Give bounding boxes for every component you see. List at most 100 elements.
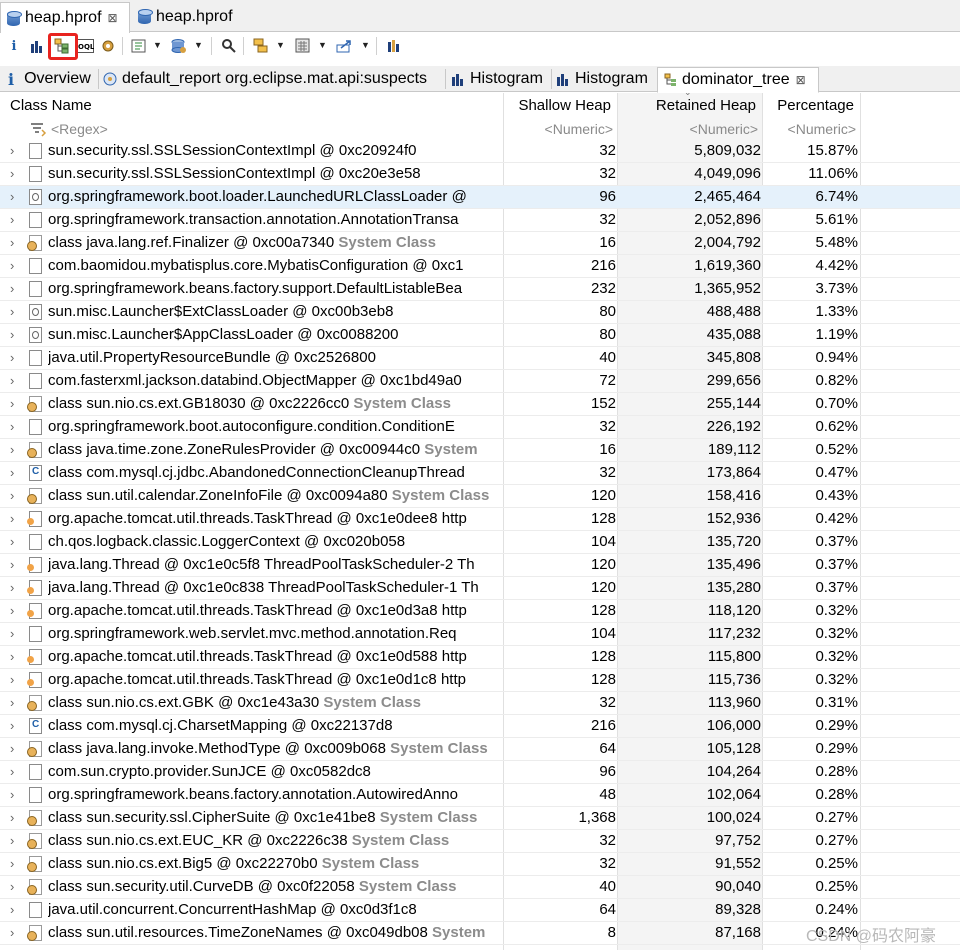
column-header-retained-heap[interactable]: ⌄ Retained Heap [618,93,762,117]
tab-default-report[interactable]: default_report org.eclipse.mat.api:suspe… [102,67,427,91]
table-row[interactable]: › org.springframework.beans.factory.suppo… [0,278,960,301]
table-row[interactable]: › java.util.PropertyResourceBundle @ 0xc2… [0,347,960,370]
expand-chevron-icon[interactable]: › [10,166,14,181]
table-row[interactable]: › class sun.security.ssl.CipherSuite @ 0x… [0,807,960,830]
expand-chevron-icon[interactable]: › [10,511,14,526]
editor-tab-heap-hprof-2[interactable]: heap.hprof [132,2,252,31]
expand-chevron-icon[interactable]: › [10,856,14,871]
table-row[interactable]: › class java.time.zone.ZoneRulesProvider … [0,439,960,462]
expand-chevron-icon[interactable]: › [10,672,14,687]
dominator-tree-table[interactable]: Class Name Shallow Heap ⌄ Retained Heap … [0,93,960,950]
expand-chevron-icon[interactable]: › [10,212,14,227]
table-row[interactable]: › class sun.nio.cs.ext.Big5 @ 0xc22270b0 … [0,853,960,876]
table-row[interactable]: › java.lang.Thread @ 0xc1e0c5f8 ThreadPoo… [0,554,960,577]
expand-chevron-icon[interactable]: › [10,580,14,595]
table-row[interactable]: › com.fasterxml.jackson.databind.ObjectMa… [0,370,960,393]
table-row[interactable]: › org.springframework.transaction.annotat… [0,209,960,232]
expand-chevron-icon[interactable]: › [10,833,14,848]
table-row[interactable]: › sun.misc.Launcher$ExtClassLoader @ 0xc0… [0,301,960,324]
expand-chevron-icon[interactable]: › [10,879,14,894]
table-row[interactable]: › class sun.nio.cs.ext.GB18030 @ 0xc2226c… [0,393,960,416]
table-row[interactable]: › org.springframework.web.servlet.mvc.met… [0,623,960,646]
tab-dominator-tree[interactable]: dominator_tree ⊠ [657,67,819,93]
expand-chevron-icon[interactable]: › [10,626,14,641]
calculator-icon[interactable] [292,35,314,57]
gear-icon[interactable] [97,35,119,57]
expand-chevron-icon[interactable]: › [10,350,14,365]
expand-chevron-icon[interactable]: › [10,603,14,618]
histogram-icon[interactable] [26,35,48,57]
expand-chevron-icon[interactable]: › [10,557,14,572]
query-browser-icon[interactable] [128,35,150,57]
heap-analysis-icon[interactable] [383,35,405,57]
table-row[interactable]: › org.apache.tomcat.util.threads.TaskThre… [0,669,960,692]
table-row[interactable]: › sun.misc.Launcher$AppClassLoader @ 0xc0… [0,324,960,347]
percentage-filter[interactable]: <Numeric> [763,117,860,140]
tab-overview[interactable]: i Overview [8,67,91,91]
table-row[interactable]: › org.apache.tomcat.util.threads.TaskThre… [0,508,960,531]
chevron-down-icon[interactable]: ▼ [361,40,370,50]
table-row[interactable]: › class sun.nio.cs.ext.GBK @ 0xc1e43a30 S… [0,692,960,715]
expand-chevron-icon[interactable]: › [10,235,14,250]
close-icon[interactable]: ⊠ [796,73,806,87]
expand-chevron-icon[interactable]: › [10,258,14,273]
expand-chevron-icon[interactable]: › [10,787,14,802]
expand-chevron-icon[interactable]: › [10,373,14,388]
expand-chevron-icon[interactable]: › [10,534,14,549]
expand-chevron-icon[interactable]: › [10,419,14,434]
table-row[interactable]: › ch.qos.logback.classic.LoggerContext @ … [0,531,960,554]
expand-chevron-icon[interactable]: › [10,741,14,756]
expand-chevron-icon[interactable]: › [10,925,14,940]
export-icon[interactable] [334,35,356,57]
table-row[interactable]: › sun.security.ssl.SSLSessionContextImpl … [0,140,960,163]
table-row[interactable]: › org.springframework.boot.autoconfigure.… [0,416,960,439]
expand-chevron-icon[interactable]: › [10,327,14,342]
table-row[interactable]: › org.springframework.boot.loader.Launche… [0,186,960,209]
table-row[interactable]: › class sun.util.calendar.ZoneInfoFile @ … [0,485,960,508]
chevron-down-icon[interactable]: ▼ [153,40,162,50]
tab-histogram-1[interactable]: Histogram [451,67,543,91]
expand-chevron-icon[interactable]: › [10,281,14,296]
table-row[interactable]: › class sun.security.util.CurveDB @ 0xc0f… [0,876,960,899]
expand-chevron-icon[interactable]: › [10,143,14,158]
table-row[interactable]: › class com.mysql.cj.CharsetMapping @ 0xc… [0,715,960,738]
editor-tab-heap-hprof-1[interactable]: heap.hprof ⊠ [0,2,130,33]
retained-heap-filter[interactable]: <Numeric> [618,117,762,140]
expand-chevron-icon[interactable]: › [10,718,14,733]
table-row[interactable]: › java.lang.Thread @ 0xc1e0c838 ThreadPoo… [0,577,960,600]
table-row[interactable]: › class java.lang.ref.Finalizer @ 0xc00a7… [0,232,960,255]
chevron-down-icon[interactable]: ▼ [194,40,203,50]
close-icon[interactable]: ⊠ [108,11,118,25]
table-row[interactable]: › sun.security.ssl.SSLSessionContextImpl … [0,163,960,186]
column-header-shallow-heap[interactable]: Shallow Heap [504,93,617,117]
expand-chevron-icon[interactable]: › [10,304,14,319]
table-row[interactable]: › class java.lang.invoke.MethodType @ 0xc… [0,738,960,761]
expand-chevron-icon[interactable]: › [10,764,14,779]
tab-histogram-2[interactable]: Histogram [556,67,648,91]
expand-chevron-icon[interactable]: › [10,649,14,664]
column-header-percentage[interactable]: Percentage [763,93,860,117]
expand-chevron-icon[interactable]: › [10,465,14,480]
chevron-down-icon[interactable]: ▼ [318,40,327,50]
table-row[interactable]: › com.sun.crypto.provider.SunJCE @ 0xc058… [0,761,960,784]
heap-dump-overview-icon[interactable] [168,35,190,57]
table-row[interactable]: › class sun.nio.cs.ext.EUC_KR @ 0xc2226c3… [0,830,960,853]
expand-chevron-icon[interactable]: › [10,902,14,917]
info-icon[interactable]: i [3,35,25,57]
chevron-down-icon[interactable]: ▼ [276,40,285,50]
expand-chevron-icon[interactable]: › [10,488,14,503]
group-by-icon[interactable] [250,35,272,57]
expand-chevron-icon[interactable]: › [10,810,14,825]
search-icon[interactable] [218,35,240,57]
shallow-heap-filter[interactable]: <Numeric> [504,117,617,140]
expand-chevron-icon[interactable]: › [10,695,14,710]
expand-chevron-icon[interactable]: › [10,442,14,457]
class-name-filter[interactable]: <Regex> [29,117,499,140]
table-row[interactable]: › org.apache.tomcat.util.threads.TaskThre… [0,600,960,623]
table-row[interactable]: › org.apache.tomcat.util.threads.TaskThre… [0,646,960,669]
table-row[interactable]: › org.springframework.beans.factory.annot… [0,784,960,807]
column-header-class-name[interactable]: Class Name [10,93,500,117]
table-row[interactable]: › com.baomidou.mybatisplus.core.MybatisCo… [0,255,960,278]
expand-chevron-icon[interactable]: › [10,189,14,204]
expand-chevron-icon[interactable]: › [10,396,14,411]
